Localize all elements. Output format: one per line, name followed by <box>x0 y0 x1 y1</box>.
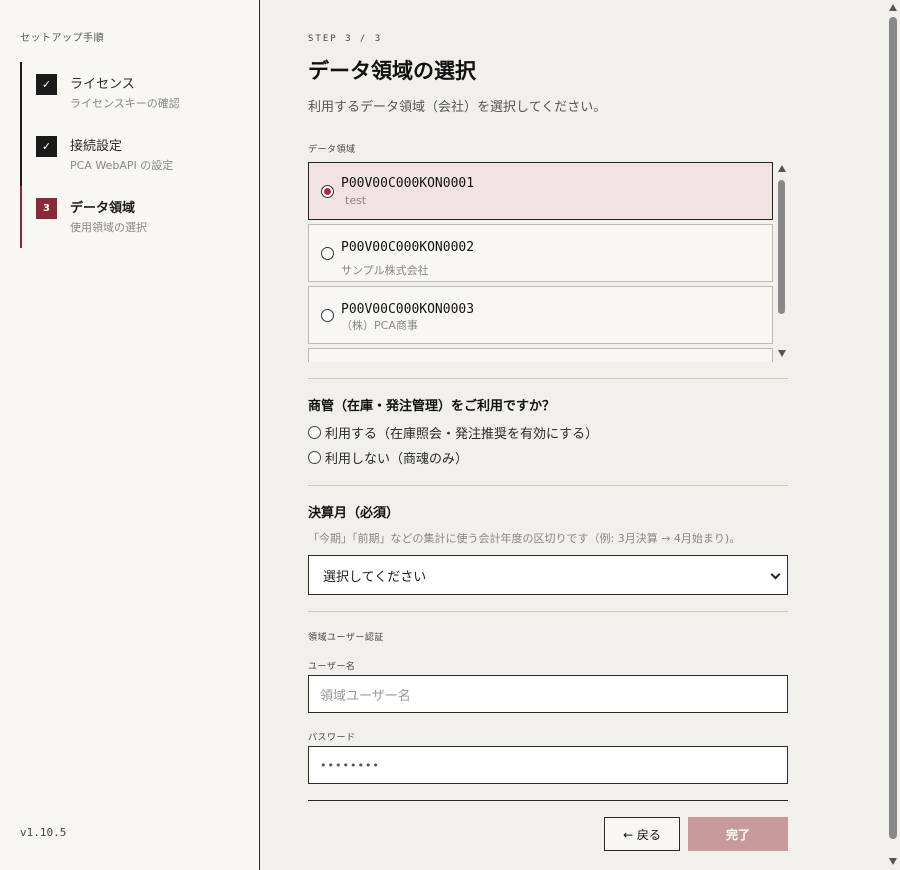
radio-icon[interactable] <box>321 247 334 260</box>
username-placeholder: 領域ユーザー名 <box>320 688 411 704</box>
step-subtitle: PCA WebAPI の設定 <box>70 159 174 172</box>
step-connection: ✓ 接続設定 PCA WebAPI の設定 <box>20 124 260 186</box>
inventory-question: 商管（在庫・発注管理）をご利用ですか？ <box>308 399 556 414</box>
data-area-option[interactable]: P00V00C000KON0003 （株）PCA商事 <box>308 286 773 344</box>
fiscal-month-select[interactable]: 選択してください <box>308 555 788 595</box>
chevron-down-icon <box>770 569 781 580</box>
back-button[interactable]: ← 戻る <box>604 817 680 851</box>
auth-section-label: 領域ユーザー認証 <box>308 633 384 643</box>
data-area-option[interactable]: P00V00C000KON0001 test <box>308 162 773 220</box>
scroll-thumb[interactable] <box>778 180 785 314</box>
scroll-thumb[interactable] <box>889 17 897 839</box>
data-area-code: P00V00C000KON0003 <box>341 302 475 317</box>
step-title: 接続設定 <box>70 139 123 154</box>
inventory-option-not-use[interactable]: 利用しない（商魂のみ） <box>308 448 469 467</box>
option-label: 利用する（在庫照会・発注推奨を有効にする） <box>325 426 599 442</box>
select-value: 選択してください <box>323 569 427 585</box>
password-label: パスワード <box>308 733 356 743</box>
divider <box>308 485 788 486</box>
scroll-up-icon[interactable] <box>778 165 786 172</box>
divider <box>308 378 788 379</box>
fiscal-month-title: 決算月（必須） <box>308 506 400 521</box>
username-label: ユーザー名 <box>308 662 356 672</box>
divider <box>308 800 788 801</box>
divider <box>308 611 788 612</box>
step-license: ✓ ライセンス ライセンスキーの確認 <box>20 62 260 124</box>
radio-icon[interactable] <box>308 425 321 439</box>
data-area-name: サンプル株式会社 <box>341 264 429 277</box>
step-title: データ領域 <box>70 201 136 216</box>
fiscal-month-help: 「今期」「前期」などの集計に使う会計年度の区切りです（例: 3月決算 → 4月始… <box>308 532 741 545</box>
sidebar: セットアップ手順 ✓ ライセンス ライセンスキーの確認 ✓ 接続設定 PCA W… <box>0 0 260 870</box>
data-area-name: （株）PCA商事 <box>341 319 418 332</box>
main-content: STEP 3 / 3 データ領域の選択 利用するデータ領域（会社）を選択してくだ… <box>260 0 886 870</box>
radio-selected-icon[interactable] <box>321 185 334 198</box>
data-area-code: P00V00C000KON0001 <box>341 176 475 191</box>
step-indicator: STEP 3 / 3 <box>308 34 383 44</box>
scroll-down-icon[interactable] <box>778 350 786 357</box>
step-subtitle: ライセンスキーの確認 <box>70 97 180 110</box>
scroll-up-icon[interactable] <box>889 4 897 11</box>
data-area-list[interactable]: P00V00C000KON0001 test P00V00C000KON0002… <box>308 162 788 362</box>
data-area-label: データ領域 <box>308 145 356 155</box>
radio-icon[interactable] <box>308 450 321 464</box>
step-subtitle: 使用領域の選択 <box>70 221 147 234</box>
data-area-option[interactable]: P00V00C000KON0002 サンプル株式会社 <box>308 224 773 282</box>
step-data-area: 3 データ領域 使用領域の選択 <box>20 186 260 248</box>
radio-icon[interactable] <box>321 309 334 322</box>
step-number-badge: 3 <box>36 198 57 219</box>
inventory-option-use[interactable]: 利用する（在庫照会・発注推奨を有効にする） <box>308 423 599 442</box>
step-title: ライセンス <box>70 77 135 92</box>
step-list: ✓ ライセンス ライセンスキーの確認 ✓ 接続設定 PCA WebAPI の設定… <box>20 62 260 248</box>
check-icon: ✓ <box>36 74 57 95</box>
scroll-down-icon[interactable] <box>889 858 897 865</box>
password-value: •••••••• <box>320 758 380 772</box>
page-description: 利用するデータ領域（会社）を選択してください。 <box>308 100 607 115</box>
list-scrollbar[interactable] <box>776 162 788 362</box>
sidebar-heading: セットアップ手順 <box>20 33 104 44</box>
username-input[interactable]: 領域ユーザー名 <box>308 675 788 713</box>
data-area-name: test <box>345 194 367 207</box>
data-area-option-partial[interactable] <box>308 348 773 362</box>
data-area-code: P00V00C000KON0002 <box>341 240 475 255</box>
check-icon: ✓ <box>36 136 57 157</box>
option-label: 利用しない（商魂のみ） <box>325 451 469 467</box>
page-title: データ領域の選択 <box>308 59 476 83</box>
window-scrollbar[interactable] <box>886 0 900 870</box>
done-button[interactable]: 完了 <box>688 817 788 851</box>
password-input[interactable]: •••••••• <box>308 746 788 784</box>
version-label: v1.10.5 <box>20 826 67 839</box>
